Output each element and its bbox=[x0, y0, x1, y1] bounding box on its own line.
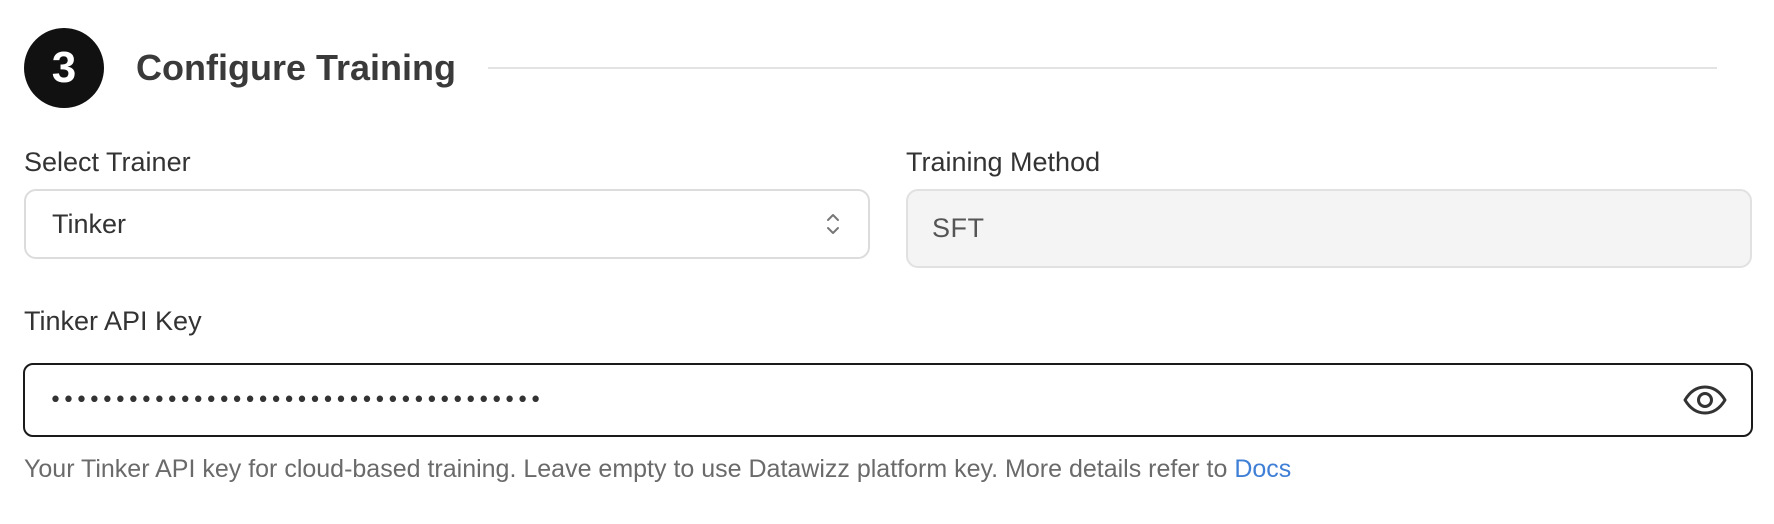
configure-training-section: 3 Configure Training Select Trainer Tink… bbox=[0, 0, 1774, 524]
training-method-field: SFT bbox=[906, 189, 1752, 268]
training-method-label: Training Method bbox=[906, 147, 1101, 177]
api-key-help-text: Your Tinker API key for cloud-based trai… bbox=[24, 455, 1291, 484]
section-header: 3 Configure Training bbox=[24, 28, 1717, 108]
step-number-badge: 3 bbox=[24, 28, 104, 108]
api-key-input[interactable]: •••••••••••••••••••••••••••••••••••••• bbox=[23, 363, 1753, 437]
header-divider bbox=[488, 67, 1717, 69]
trainer-select[interactable]: Tinker bbox=[24, 189, 870, 259]
select-trainer-label: Select Trainer bbox=[24, 147, 191, 177]
docs-link[interactable]: Docs bbox=[1234, 455, 1291, 483]
section-title: Configure Training bbox=[136, 47, 456, 88]
training-method-value: SFT bbox=[932, 213, 985, 243]
eye-icon[interactable] bbox=[1681, 376, 1729, 424]
help-description: Your Tinker API key for cloud-based trai… bbox=[24, 455, 1228, 483]
trainer-select-value: Tinker bbox=[52, 208, 127, 239]
api-key-label: Tinker API Key bbox=[24, 306, 202, 336]
api-key-masked-value: •••••••••••••••••••••••••••••••••••••• bbox=[49, 387, 543, 413]
chevron-up-down-icon bbox=[826, 211, 840, 237]
